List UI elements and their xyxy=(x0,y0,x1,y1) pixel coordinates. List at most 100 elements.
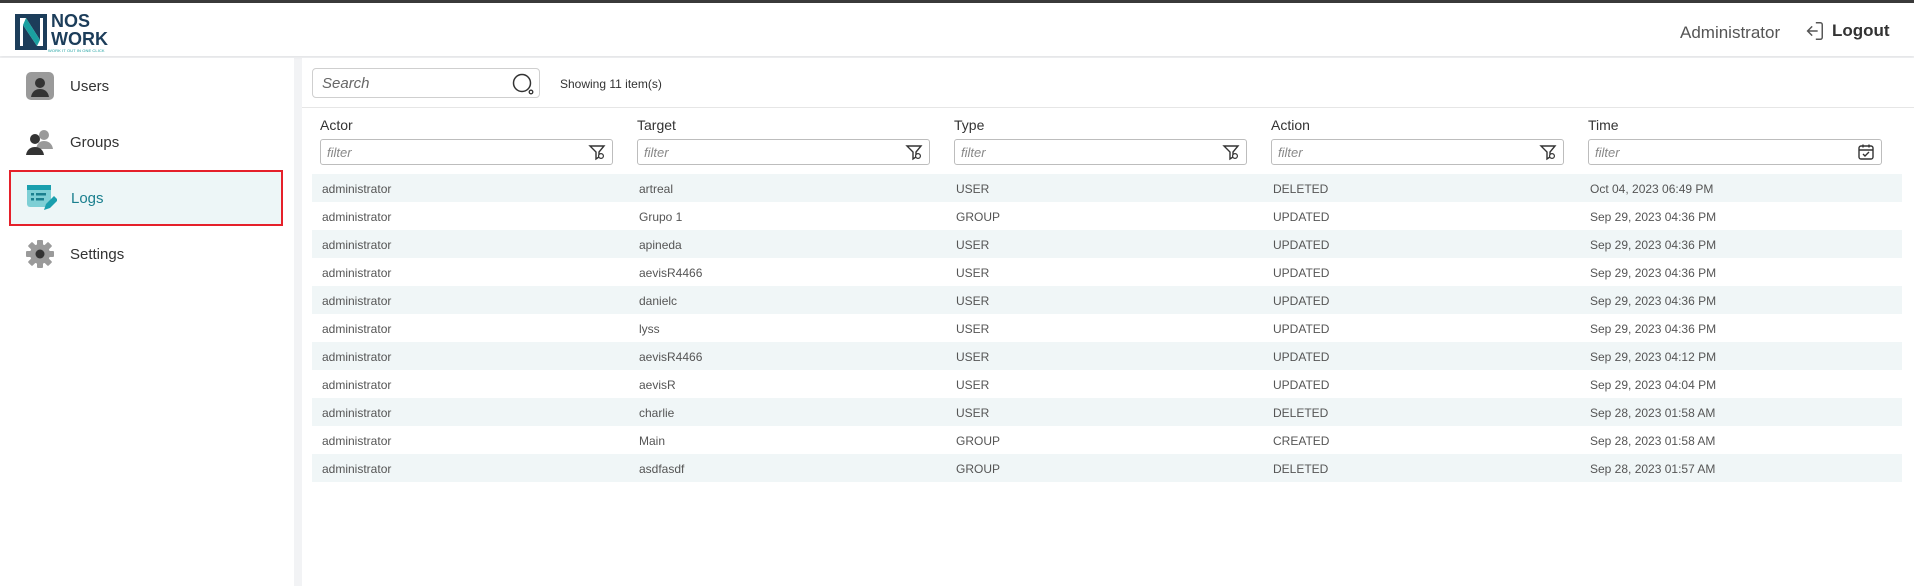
gear-icon xyxy=(24,238,56,270)
target-filter xyxy=(637,139,930,165)
column-time: Time xyxy=(1588,117,1882,165)
table-row[interactable]: administrator asdfasdf GROUP DELETED Sep 28,… xyxy=(312,454,1902,482)
logout-icon xyxy=(1806,22,1823,40)
cell-action: DELETED xyxy=(1273,182,1329,196)
cell-type: USER xyxy=(956,322,990,336)
cell-action: CREATED xyxy=(1273,434,1330,448)
current-user-name: Administrator xyxy=(1680,23,1781,42)
sidebar-item-label: Logs xyxy=(71,189,104,207)
cell-type: USER xyxy=(956,182,990,196)
sidebar: Users Groups Logs Settings xyxy=(0,58,294,586)
table-row[interactable]: administrator artreal USER DELETED Oct 04, 2… xyxy=(312,174,1902,202)
cell-action: UPDATED xyxy=(1273,322,1330,336)
cell-action: DELETED xyxy=(1273,406,1329,420)
sidebar-item-logs[interactable]: Logs xyxy=(9,170,283,226)
cell-target: aevisR xyxy=(639,378,676,392)
logo-line2: WORK xyxy=(51,28,108,49)
cell-actor: administrator xyxy=(322,462,392,476)
cell-actor: administrator xyxy=(322,322,392,336)
search-input[interactable] xyxy=(313,69,503,97)
logo-n-icon xyxy=(15,14,47,50)
user-icon xyxy=(24,70,56,102)
column-header-target: Target xyxy=(637,117,676,133)
column-type: Type xyxy=(954,117,1247,165)
cell-action: UPDATED xyxy=(1273,378,1330,392)
nos-work-logo[interactable]: NOS WORK WORK IT OUT IN ONE CLICK xyxy=(14,11,118,53)
column-action: Action xyxy=(1271,117,1564,165)
table-row[interactable]: administrator Grupo 1 GROUP UPDATED Sep 29, … xyxy=(312,202,1902,230)
cell-target: danielc xyxy=(639,294,678,308)
cell-time: Sep 29, 2023 04:36 PM xyxy=(1590,238,1717,252)
sidebar-item-groups[interactable]: Groups xyxy=(10,115,282,169)
action-filter-input[interactable] xyxy=(1272,140,1522,164)
column-header-action: Action xyxy=(1271,117,1310,133)
cell-action: UPDATED xyxy=(1273,238,1330,252)
cell-type: GROUP xyxy=(956,210,1001,224)
type-filter-input[interactable] xyxy=(955,140,1205,164)
column-header-actor: Actor xyxy=(320,117,353,133)
sidebar-item-users[interactable]: Users xyxy=(10,59,282,113)
calendar-icon[interactable] xyxy=(1857,143,1875,161)
cell-action: UPDATED xyxy=(1273,294,1330,308)
logs-table: Actor Target Type xyxy=(312,110,1902,482)
filter-icon[interactable] xyxy=(905,143,923,161)
cell-action: UPDATED xyxy=(1273,266,1330,280)
filter-icon[interactable] xyxy=(1222,143,1240,161)
cell-target: charlie xyxy=(639,406,675,420)
table-row[interactable]: administrator apineda USER UPDATED Sep 29, 2… xyxy=(312,230,1902,258)
logs-toolbar: Showing 11 item(s) xyxy=(302,58,1914,108)
cell-time: Sep 29, 2023 04:36 PM xyxy=(1590,322,1717,336)
cell-actor: administrator xyxy=(322,350,392,364)
cell-target: artreal xyxy=(639,182,674,196)
table-body: administrator artreal USER DELETED Oct 04, 2… xyxy=(312,174,1902,482)
logout-button[interactable]: Logout xyxy=(1803,20,1890,42)
column-header-time: Time xyxy=(1588,117,1619,133)
table-row[interactable]: administrator Main GROUP CREATED Sep 28, 202… xyxy=(312,426,1902,454)
logo-tagline: WORK IT OUT IN ONE CLICK xyxy=(48,47,105,53)
actor-filter-input[interactable] xyxy=(321,140,571,164)
type-filter xyxy=(954,139,1247,165)
cell-type: USER xyxy=(956,350,990,364)
cell-target: aevisR4466 xyxy=(639,266,703,280)
cell-actor: administrator xyxy=(322,294,392,308)
cell-action: UPDATED xyxy=(1273,350,1330,364)
filter-icon[interactable] xyxy=(588,143,606,161)
cell-actor: administrator xyxy=(322,434,392,448)
cell-type: USER xyxy=(956,378,990,392)
cell-time: Sep 28, 2023 01:58 AM xyxy=(1590,406,1716,420)
cell-time: Sep 29, 2023 04:04 PM xyxy=(1590,378,1717,392)
sidebar-item-label: Groups xyxy=(70,133,120,151)
sidebar-item-settings[interactable]: Settings xyxy=(10,227,282,281)
time-filter-input[interactable] xyxy=(1589,140,1839,164)
cell-actor: administrator xyxy=(322,182,392,196)
logo-line1: NOS xyxy=(51,10,91,31)
column-actor: Actor xyxy=(320,117,613,165)
table-row[interactable]: administrator aevisR USER UPDATED Sep 29, 20… xyxy=(312,370,1902,398)
table-row[interactable]: administrator danielc USER UPDATED Sep 29, 2… xyxy=(312,286,1902,314)
cell-target: lyss xyxy=(639,322,660,336)
search-icon[interactable] xyxy=(511,72,535,96)
cell-time: Sep 28, 2023 01:57 AM xyxy=(1590,462,1716,476)
logout-label: Logout xyxy=(1832,21,1890,40)
cell-actor: administrator xyxy=(322,378,392,392)
action-filter xyxy=(1271,139,1564,165)
cell-type: USER xyxy=(956,238,990,252)
column-header-type: Type xyxy=(954,117,985,133)
table-row[interactable]: administrator aevisR4466 USER UPDATED Sep 29… xyxy=(312,258,1902,286)
actor-filter xyxy=(320,139,613,165)
cell-actor: administrator xyxy=(322,266,392,280)
table-row[interactable]: administrator lyss USER UPDATED Sep 29, 2023… xyxy=(312,314,1902,342)
item-count-label: Showing 11 item(s) xyxy=(560,77,662,91)
table-row[interactable]: administrator charlie USER DELETED Sep 28, 2… xyxy=(312,398,1902,426)
cell-time: Sep 29, 2023 04:36 PM xyxy=(1590,210,1717,224)
filter-icon[interactable] xyxy=(1539,143,1557,161)
target-filter-input[interactable] xyxy=(638,140,888,164)
table-row[interactable]: administrator aevisR4466 USER UPDATED Sep 29… xyxy=(312,342,1902,370)
cell-type: GROUP xyxy=(956,462,1001,476)
cell-time: Oct 04, 2023 06:49 PM xyxy=(1590,182,1714,196)
column-target: Target xyxy=(637,117,930,165)
app-header: NOS WORK WORK IT OUT IN ONE CLICK Admini… xyxy=(0,3,1914,56)
cell-time: Sep 29, 2023 04:12 PM xyxy=(1590,350,1717,364)
cell-actor: administrator xyxy=(322,238,392,252)
sidebar-item-label: Settings xyxy=(70,245,125,263)
